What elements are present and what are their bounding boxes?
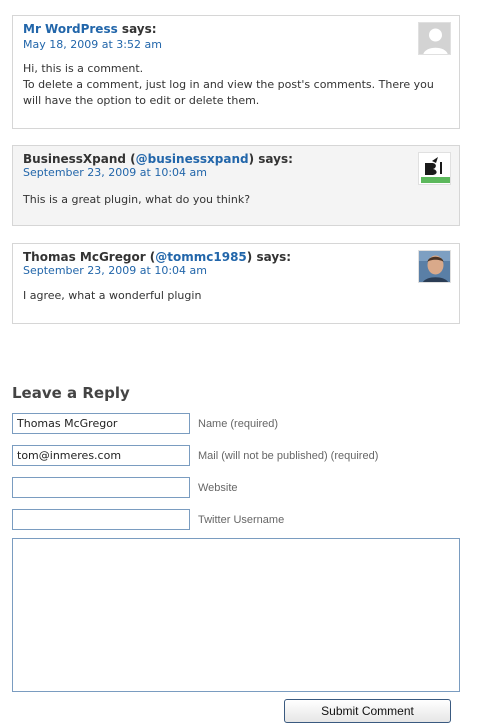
comment-author-name: BusinessXpand <box>23 152 126 166</box>
comment-body: Hi, this is a comment. To delete a comme… <box>23 61 449 109</box>
twitter-handle-link[interactable]: @tommc1985 <box>155 250 247 264</box>
twitter-username-field[interactable] <box>12 509 190 530</box>
comment-date[interactable]: September 23, 2009 at 10:04 am <box>23 264 207 277</box>
businessxpand-logo-avatar <box>418 152 451 185</box>
twitter-username-label: Twitter Username <box>198 514 285 526</box>
name-field[interactable] <box>12 413 190 434</box>
comment-item: BusinessXpand (@businessxpand) says: Sep… <box>12 145 460 226</box>
comment-text: This is a great plugin, what do you thin… <box>23 193 251 206</box>
comment-author: Thomas McGregor (@tommc1985) says: <box>23 250 292 264</box>
comment-author-name: Thomas McGregor <box>23 250 146 264</box>
comment-textarea[interactable] <box>12 538 460 692</box>
says-label: says: <box>256 250 292 264</box>
comment-date[interactable]: September 23, 2009 at 10:04 am <box>23 166 207 179</box>
twitter-handle-link[interactable]: @businessxpand <box>136 152 249 166</box>
reply-title: Leave a Reply <box>12 384 130 402</box>
comment-body: I agree, what a wonderful plugin <box>23 288 449 304</box>
comment-author: Mr WordPress says: <box>23 22 157 36</box>
comment-text: To delete a comment, just log in and vie… <box>23 78 434 107</box>
comment-text: I agree, what a wonderful plugin <box>23 289 202 302</box>
default-avatar-icon <box>418 22 451 55</box>
email-label: Mail (will not be published) (required) <box>198 450 379 462</box>
says-label: says: <box>121 22 157 36</box>
comment-text: Hi, this is a comment. <box>23 62 144 75</box>
website-field[interactable] <box>12 477 190 498</box>
submit-comment-button[interactable]: Submit Comment <box>284 699 451 723</box>
comment-item: Mr WordPress says: May 18, 2009 at 3:52 … <box>12 15 460 129</box>
email-field[interactable] <box>12 445 190 466</box>
name-label: Name (required) <box>198 418 279 430</box>
user-photo-avatar <box>418 250 451 283</box>
says-label: says: <box>258 152 293 166</box>
comment-date[interactable]: May 18, 2009 at 3:52 am <box>23 38 162 51</box>
comment-author-link[interactable]: Mr WordPress <box>23 22 118 36</box>
comment-body: This is a great plugin, what do you thin… <box>23 192 449 208</box>
comment-item: Thomas McGregor (@tommc1985) says: Septe… <box>12 243 460 324</box>
website-label: Website <box>198 482 238 494</box>
comment-author: BusinessXpand (@businessxpand) says: <box>23 152 293 166</box>
